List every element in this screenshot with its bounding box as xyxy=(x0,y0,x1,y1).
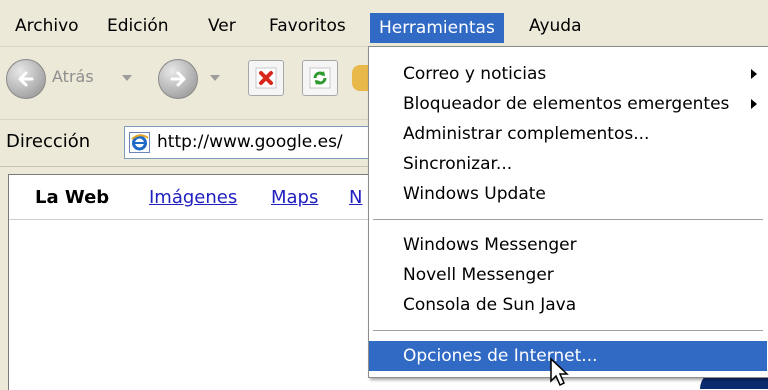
menu-item-complementos[interactable]: Administrar complementos... xyxy=(369,119,767,149)
menu-item-windows-update[interactable]: Windows Update xyxy=(369,179,767,209)
menu-item-bloqueador[interactable]: Bloqueador de elementos emergentes xyxy=(369,89,767,119)
menu-item-label: Consola de Sun Java xyxy=(403,295,577,315)
address-input[interactable]: http://www.google.es/ xyxy=(124,126,386,159)
menu-item-label: Bloqueador de elementos emergentes xyxy=(403,94,730,114)
menu-favoritos[interactable]: Favoritos xyxy=(260,11,355,41)
menu-edicion[interactable]: Edición xyxy=(98,11,178,41)
menu-item-sincronizar[interactable]: Sincronizar... xyxy=(369,149,767,179)
menu-item-windows-messenger[interactable]: Windows Messenger xyxy=(369,230,767,260)
toolbar: Atrás xyxy=(0,47,370,120)
menu-ayuda[interactable]: Ayuda xyxy=(520,11,591,41)
back-label: Atrás xyxy=(52,67,94,86)
menu-herramientas[interactable]: Herramientas xyxy=(370,13,504,43)
menu-item-label: Sincronizar... xyxy=(403,154,513,174)
menu-separator-highlight xyxy=(373,331,763,332)
refresh-button[interactable] xyxy=(302,60,338,96)
submenu-arrow-icon xyxy=(751,99,757,109)
menu-separator-highlight xyxy=(373,220,763,221)
menu-item-label: Correo y noticias xyxy=(403,64,547,84)
nav-maps-link[interactable]: Maps xyxy=(271,187,318,208)
menu-item-label: Novell Messenger xyxy=(403,265,554,285)
address-url: http://www.google.es/ xyxy=(157,132,343,152)
back-arrow-icon xyxy=(18,71,34,87)
menu-item-label: Administrar complementos... xyxy=(403,124,650,144)
menu-item-sun-java[interactable]: Consola de Sun Java xyxy=(369,290,767,320)
mouse-cursor-icon xyxy=(550,357,569,387)
address-bar: Dirección http://www.google.es/ xyxy=(0,120,386,167)
submenu-arrow-icon xyxy=(751,69,757,79)
address-label: Dirección xyxy=(6,131,91,152)
back-dropdown-icon[interactable] xyxy=(122,75,132,81)
ie-page-icon xyxy=(129,132,150,153)
tools-menu: Correo y noticias Bloqueador de elemento… xyxy=(368,46,768,378)
forward-button[interactable] xyxy=(158,59,198,99)
nav-web: La Web xyxy=(35,187,110,208)
menu-item-label: Windows Update xyxy=(403,184,546,204)
menu-item-novell-messenger[interactable]: Novell Messenger xyxy=(369,260,767,290)
stop-icon xyxy=(255,67,277,89)
nav-images-link[interactable]: Imágenes xyxy=(149,187,237,208)
back-button[interactable] xyxy=(6,59,46,99)
menu-bar: Archivo Edición Ver Favoritos Herramient… xyxy=(0,0,768,47)
forward-arrow-icon xyxy=(170,71,186,87)
menu-item-label: Windows Messenger xyxy=(403,235,577,255)
nav-more-link[interactable]: N xyxy=(349,187,362,208)
menu-item-correo[interactable]: Correo y noticias xyxy=(369,59,767,89)
refresh-icon xyxy=(309,67,331,89)
home-icon[interactable] xyxy=(352,65,368,91)
menu-archivo[interactable]: Archivo xyxy=(6,11,88,41)
menu-ver[interactable]: Ver xyxy=(199,11,245,41)
forward-dropdown-icon[interactable] xyxy=(210,75,220,81)
stop-button[interactable] xyxy=(248,60,284,96)
